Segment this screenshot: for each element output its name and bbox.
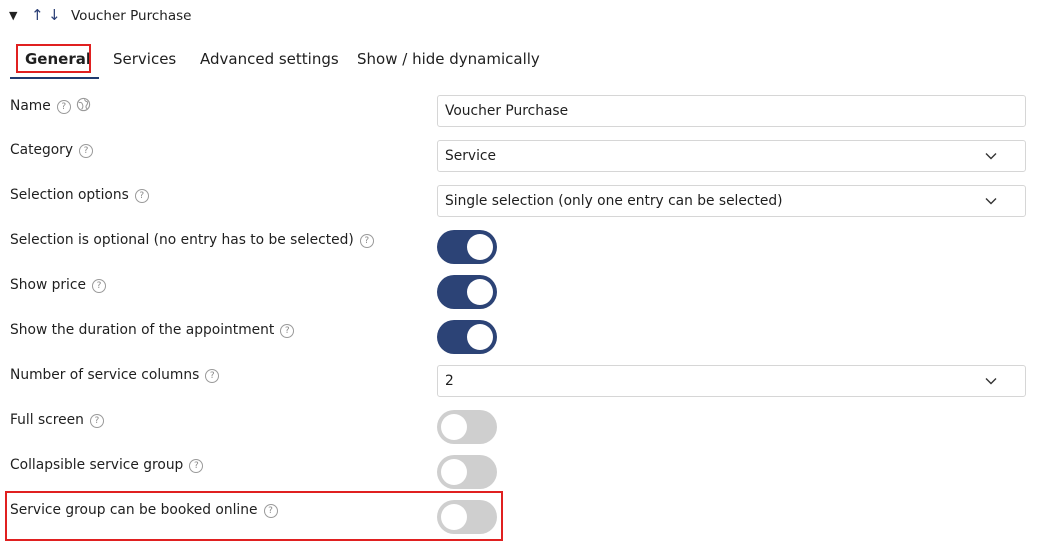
help-icon[interactable]: ? [280, 324, 295, 338]
active-tab-underline [10, 77, 99, 79]
toggle-knob [467, 324, 493, 350]
row-highlight-box [5, 491, 503, 541]
selection-options-label: Selection options? [10, 187, 149, 203]
help-icon[interactable]: ? [359, 234, 374, 248]
toggle-knob [441, 414, 467, 440]
collapsible-group-label: Collapsible service group? [10, 457, 204, 473]
row-full-screen: Full screen? [0, 410, 1041, 455]
collapse-caret-icon[interactable]: ▼ [9, 9, 17, 22]
section-header: ▼ ↑ ↓ Voucher Purchase [0, 0, 1041, 32]
service-columns-select[interactable]: 2 [437, 365, 1026, 397]
help-icon[interactable]: ? [89, 414, 104, 428]
help-icon[interactable]: ? [56, 100, 71, 114]
tab-show-hide-dynamically[interactable]: Show / hide dynamically [357, 50, 540, 68]
category-select[interactable]: Service [437, 140, 1026, 172]
tab-services[interactable]: Services [113, 50, 176, 68]
help-icon[interactable]: ? [79, 144, 94, 158]
globe-icon[interactable] [76, 97, 91, 112]
help-icon[interactable]: ? [205, 369, 220, 383]
show-duration-toggle[interactable] [437, 320, 497, 354]
tab-highlight-box [16, 44, 91, 73]
row-service-columns: Number of service columns? 2 [0, 365, 1041, 410]
help-icon[interactable]: ? [189, 459, 204, 473]
service-columns-label: Number of service columns? [10, 367, 220, 383]
category-label: Category? [10, 142, 94, 158]
move-down-icon[interactable]: ↓ [48, 6, 61, 24]
row-show-duration: Show the duration of the appointment? [0, 320, 1041, 365]
show-price-label: Show price? [10, 277, 106, 293]
toggle-knob [467, 279, 493, 305]
tab-bar: General Services Advanced settings Show … [0, 42, 1041, 82]
full-screen-toggle[interactable] [437, 410, 497, 444]
show-price-toggle[interactable] [437, 275, 497, 309]
help-icon[interactable]: ? [134, 189, 149, 203]
show-duration-label: Show the duration of the appointment? [10, 322, 295, 338]
row-name: Name? Voucher Purchase [0, 95, 1041, 140]
selection-optional-label: Selection is optional (no entry has to b… [10, 232, 374, 248]
selection-optional-toggle[interactable] [437, 230, 497, 264]
toggle-knob [441, 459, 467, 485]
chevron-down-icon [985, 153, 997, 160]
collapsible-group-toggle[interactable] [437, 455, 497, 489]
section-title: Voucher Purchase [71, 8, 192, 24]
help-icon[interactable]: ? [91, 279, 106, 293]
row-category: Category? Service [0, 140, 1041, 185]
row-selection-optional: Selection is optional (no entry has to b… [0, 230, 1041, 275]
move-up-icon[interactable]: ↑ [31, 6, 44, 24]
toggle-knob [467, 234, 493, 260]
row-show-price: Show price? [0, 275, 1041, 320]
tab-advanced-settings[interactable]: Advanced settings [200, 50, 339, 68]
full-screen-label: Full screen? [10, 412, 104, 428]
row-selection-options: Selection options? Single selection (onl… [0, 185, 1041, 230]
name-input[interactable]: Voucher Purchase [437, 95, 1026, 127]
chevron-down-icon [985, 378, 997, 385]
name-label: Name? [10, 97, 91, 114]
chevron-down-icon [985, 198, 997, 205]
selection-options-select[interactable]: Single selection (only one entry can be … [437, 185, 1026, 217]
